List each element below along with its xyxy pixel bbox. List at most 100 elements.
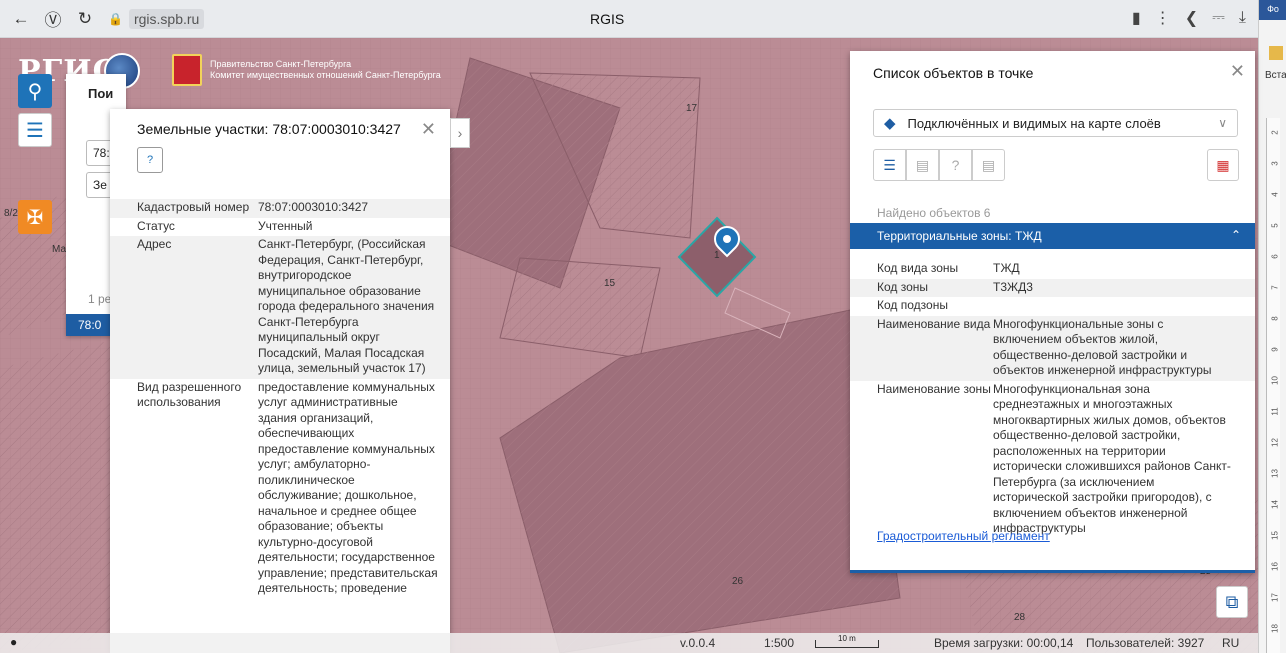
ruler-mark: 5: [1270, 223, 1280, 228]
side-tab[interactable]: Фо: [1259, 0, 1286, 20]
insert-icon: [1269, 46, 1283, 60]
ruler-mark: 9: [1270, 347, 1280, 352]
hamburger-icon: ☰: [26, 119, 44, 142]
zone-attributes: Код вида зоны ТЖД Код зоны Т3ЖД3 Код под…: [850, 260, 1255, 539]
expand-map-button[interactable]: ⧉: [1216, 586, 1248, 618]
address-bar[interactable]: 🔒 rgis.spb.ru: [108, 8, 205, 29]
back-arrow-icon[interactable]: ←: [10, 8, 32, 30]
ruler-mark: 3: [1270, 161, 1280, 166]
search-button[interactable]: ⚲: [18, 74, 52, 108]
attr-row: Статус Учтенный: [110, 218, 450, 237]
attr-key: Наименование зоны: [877, 381, 991, 396]
zone-accordion-header[interactable]: Территориальные зоны: ТЖД ⌃: [850, 223, 1255, 249]
attr-row: Код зоны Т3ЖД3: [850, 278, 1255, 297]
browser-actions: ▮ ⋮ ❮ ⎓ ⤓: [1132, 8, 1246, 28]
attr-value: Т3ЖД3: [993, 279, 1033, 294]
table-view-button[interactable]: ▤: [906, 149, 939, 181]
tab-title: RGIS: [590, 11, 625, 27]
spb-layer-button[interactable]: ✠: [18, 200, 52, 234]
load-time: Время загрузки: 00:00,14: [934, 636, 1074, 650]
doc-view-button[interactable]: ?: [939, 149, 972, 181]
chevron-right-icon: ›: [457, 125, 463, 141]
attr-row: Наименование вида Многофункциональные зо…: [850, 315, 1255, 381]
yandex-icon[interactable]: Ⓥ: [42, 8, 64, 30]
history-back-icon[interactable]: ❮: [1185, 8, 1198, 28]
crest-icon: ✠: [26, 206, 44, 229]
scale-value[interactable]: 1:500: [764, 636, 794, 650]
parcel-info-panel: Земельные участки: 78:07:0003010:3427 ✕ …: [110, 109, 450, 653]
language-select[interactable]: RU: [1222, 636, 1239, 650]
attr-key: Статус: [137, 218, 175, 233]
report-icon: ▦: [1216, 156, 1230, 173]
chevron-down-icon: ∨: [1218, 116, 1227, 130]
attr-row: Код подзоны: [850, 297, 1255, 316]
regulation-link[interactable]: Градостроительный регламент: [877, 529, 1050, 543]
ruler-mark: 18: [1270, 624, 1280, 633]
parcel-panel-title: Земельные участки: 78:07:0003010:3427: [137, 121, 401, 137]
government-header: Правительство Санкт-Петербурга Комитет и…: [172, 54, 441, 86]
ruler-mark: 7: [1270, 285, 1280, 290]
ruler-mark: 12: [1270, 438, 1280, 447]
download-icon[interactable]: ⤓: [1239, 9, 1246, 27]
zone-title: Территориальные зоны: ТЖД: [877, 229, 1042, 243]
list-view-button[interactable]: ☰: [873, 149, 906, 181]
attr-key: Кадастровый номер: [137, 200, 250, 214]
report-button[interactable]: ▦: [1207, 149, 1239, 181]
attr-key: Адрес: [137, 237, 172, 251]
layer-select-value: Подключённых и видимых на карте слоёв: [907, 115, 1161, 131]
layers-icon: ◆: [884, 115, 896, 132]
version: v.0.0.4: [680, 636, 716, 650]
ruler-mark: 17: [1270, 593, 1280, 602]
ruler-mark: 16: [1270, 562, 1280, 571]
spb-crest-icon: [172, 54, 202, 86]
status-bar: ● v.0.0.4 1:500 10 m Время загрузки: 00:…: [0, 633, 1258, 653]
text-view-button[interactable]: ▤: [972, 149, 1005, 181]
insert-button[interactable]: Вста: [1265, 46, 1286, 81]
attr-row: Код вида зоны ТЖД: [850, 260, 1255, 279]
close-icon[interactable]: ✕: [421, 119, 436, 140]
attr-value: Санкт-Петербург, (Российская Федерация, …: [258, 237, 435, 375]
attr-row: Кадастровый номер 78:07:0003010:3427: [110, 199, 450, 218]
attr-value: Многофункциональные зоны с включением об…: [993, 316, 1212, 378]
ruler-mark: 8: [1270, 316, 1280, 321]
ruler-mark: 15: [1270, 531, 1280, 540]
document-icon: ▤: [981, 156, 996, 173]
browser-toolbar: ← Ⓥ ↻ 🔒 rgis.spb.ru RGIS ▮ ⋮ ❮ ⎓ ⤓: [0, 0, 1258, 38]
chevron-up-icon: ⌃: [1230, 228, 1241, 242]
map-label-17: 17: [686, 103, 698, 114]
ruler-mark: 2: [1270, 130, 1280, 135]
panel-bottom-accent: [850, 570, 1255, 573]
attr-key: Вид разрешенного использования: [137, 379, 242, 410]
lock-icon: 🔒: [108, 11, 123, 26]
menu-button[interactable]: ☰: [18, 113, 52, 147]
attr-value: Учтенный: [258, 218, 313, 233]
info-doc-button[interactable]: ?: [137, 147, 163, 173]
reload-icon[interactable]: ↻: [74, 8, 96, 30]
attr-key: Код вида зоны: [877, 261, 959, 275]
doc-question-icon: ?: [951, 157, 960, 173]
search-panel-title: Пои: [88, 86, 114, 101]
ruler-mark: 14: [1270, 500, 1280, 509]
doc-question-icon: ?: [146, 154, 154, 166]
attr-row: Адрес Санкт-Петербург, (Российская Федер…: [110, 236, 450, 379]
bookmark-icon[interactable]: ▮: [1132, 8, 1141, 28]
map-label-ma: Ма: [52, 244, 67, 255]
layer-select[interactable]: ◆ Подключённых и видимых на карте слоёв …: [873, 109, 1238, 137]
attr-key: Наименование вида: [877, 316, 991, 331]
parcel-left: [0, 338, 120, 653]
panel-collapse-button[interactable]: ›: [450, 118, 470, 148]
map-pin-icon[interactable]: ●: [10, 635, 17, 649]
attr-value: Многофункциональная зона среднеэтажных и…: [993, 381, 1231, 536]
map-label-8-2: 8/2: [4, 208, 18, 219]
more-menu-icon[interactable]: ⋮: [1155, 8, 1171, 28]
users-count: Пользователей: 3927: [1086, 636, 1205, 650]
attr-key: Код зоны: [877, 279, 929, 294]
scale-unit: 10 m: [838, 634, 856, 643]
url-text[interactable]: rgis.spb.ru: [128, 8, 205, 29]
extension-icon[interactable]: ⎓: [1212, 9, 1225, 27]
scale-bar: 10 m: [815, 634, 879, 648]
close-icon[interactable]: ✕: [1230, 61, 1245, 82]
list-icon: ☰: [883, 156, 896, 173]
attr-key: Код подзоны: [877, 298, 948, 312]
attr-value: [993, 298, 1233, 314]
